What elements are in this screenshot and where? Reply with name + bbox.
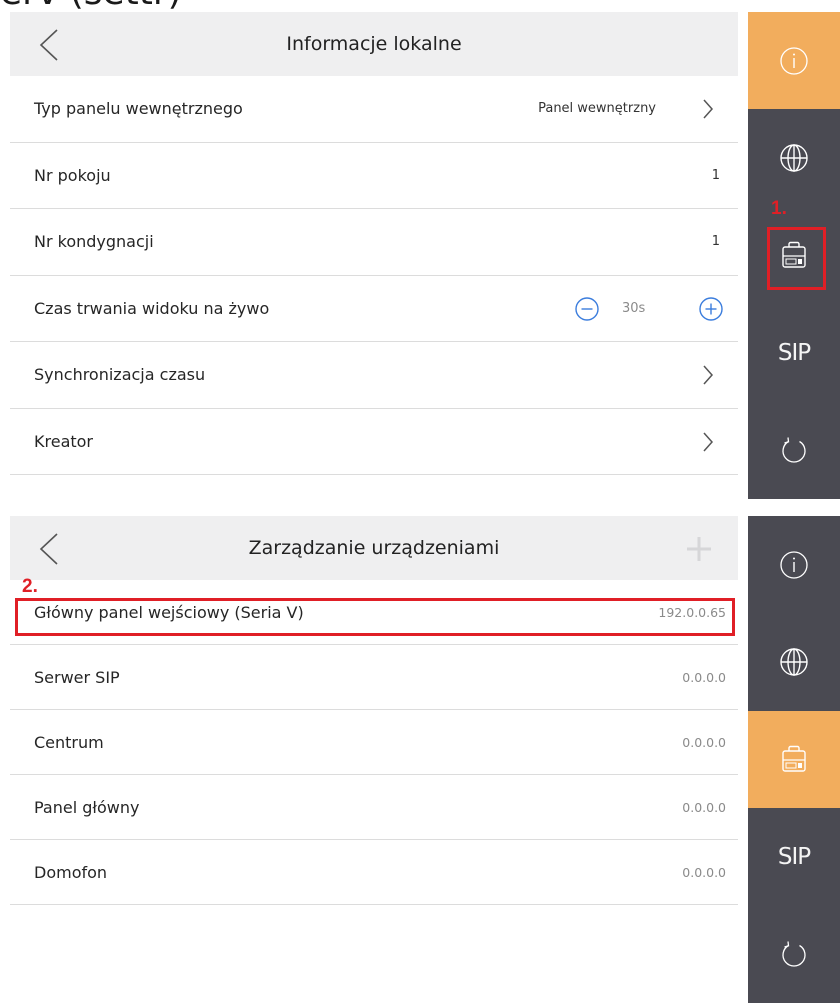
header-bar: Informacje lokalne <box>10 12 738 76</box>
chevron-right-icon <box>703 365 714 385</box>
sidebar-item-network[interactable] <box>748 613 840 710</box>
top-cut-caption: erv (settr) <box>0 0 840 12</box>
globe-icon <box>780 648 808 676</box>
row-doorphone[interactable]: Domofon 0.0.0.0 <box>10 840 738 905</box>
refresh-icon <box>782 941 806 967</box>
sip-label: SIP <box>777 339 811 366</box>
annotation-step-2: 2. <box>22 576 38 597</box>
row-label: Nr kondygnacji <box>34 232 154 251</box>
minus-circle-icon[interactable] <box>574 296 600 322</box>
screen-local-info: Informacje lokalne Typ panelu wewnętrzne… <box>0 12 840 499</box>
row-label: Domofon <box>34 863 108 882</box>
row-label: Synchronizacja czasu <box>34 365 206 384</box>
plus-circle-icon[interactable] <box>698 296 724 322</box>
row-label: Centrum <box>34 733 104 752</box>
sidebar-item-restore[interactable] <box>748 402 840 499</box>
row-label: Czas trwania widoku na żywo <box>34 298 270 318</box>
top-caption-fragment: erv (settr) <box>0 0 182 12</box>
duration-value: 30s <box>622 300 646 316</box>
duration-stepper: 30s <box>574 296 724 322</box>
row-label: Serwer SIP <box>34 668 120 687</box>
row-live-view-duration: Czas trwania widoku na żywo 30s <box>10 276 738 342</box>
row-value: 1 <box>711 167 720 183</box>
row-room-number[interactable]: Nr pokoju 1 <box>10 143 738 209</box>
info-icon <box>780 47 808 75</box>
refresh-icon <box>782 437 806 463</box>
content-area: Informacje lokalne Typ panelu wewnętrzne… <box>0 12 748 499</box>
chevron-right-icon <box>703 432 714 451</box>
row-ip: 0.0.0.0 <box>682 735 726 750</box>
device-icon <box>782 746 806 773</box>
sidebar-item-info[interactable] <box>748 12 840 110</box>
row-value: Panel wewnętrzny <box>538 101 656 116</box>
row-ip: 0.0.0.0 <box>682 865 726 880</box>
annotation-step-1: 1. <box>771 198 787 219</box>
row-label: Typ panelu wewnętrznego <box>34 99 243 118</box>
settings-list: Typ panelu wewnętrznego Panel wewnętrzny… <box>10 76 738 475</box>
sidebar-item-sip[interactable]: SIP <box>748 808 840 905</box>
screen-device-management: Zarządzanie urządzeniami Główny panel we… <box>0 516 840 1003</box>
sidebar: SIP <box>748 516 840 1003</box>
row-floor-number[interactable]: Nr kondygnacji 1 <box>10 209 738 276</box>
add-device-icon[interactable] <box>686 536 712 562</box>
row-label: Panel główny <box>34 798 140 817</box>
page-title: Informacje lokalne <box>286 33 462 55</box>
row-time-sync[interactable]: Synchronizacja czasu <box>10 342 738 409</box>
sidebar-item-info[interactable] <box>748 516 840 613</box>
row-value: 1 <box>711 234 720 249</box>
row-indoor-panel-type[interactable]: Typ panelu wewnętrznego Panel wewnętrzny <box>10 76 738 143</box>
info-icon <box>780 551 808 579</box>
sidebar-item-restore[interactable] <box>748 906 840 1003</box>
sidebar-item-network[interactable] <box>748 109 840 206</box>
sidebar-item-device[interactable] <box>748 710 840 809</box>
header-bar: Zarządzanie urządzeniami <box>10 516 738 580</box>
row-sip-server[interactable]: Serwer SIP 0.0.0.0 <box>10 645 738 710</box>
highlight-box-device-tab <box>767 227 826 290</box>
highlight-box-main-door-station <box>15 598 735 636</box>
row-main-panel[interactable]: Panel główny 0.0.0.0 <box>10 775 738 840</box>
row-label: Nr pokoju <box>34 165 111 185</box>
row-wizard[interactable]: Kreator <box>10 409 738 475</box>
row-ip: 0.0.0.0 <box>682 670 726 685</box>
sidebar-item-sip[interactable]: SIP <box>748 304 840 401</box>
chevron-right-icon <box>703 99 714 119</box>
globe-icon <box>780 144 808 172</box>
sip-label: SIP <box>777 843 811 870</box>
row-ip: 0.0.0.0 <box>682 800 726 815</box>
content-area: Zarządzanie urządzeniami Główny panel we… <box>0 516 748 1003</box>
row-label: Kreator <box>34 431 94 451</box>
page-title: Zarządzanie urządzeniami <box>248 537 500 559</box>
row-center[interactable]: Centrum 0.0.0.0 <box>10 710 738 775</box>
